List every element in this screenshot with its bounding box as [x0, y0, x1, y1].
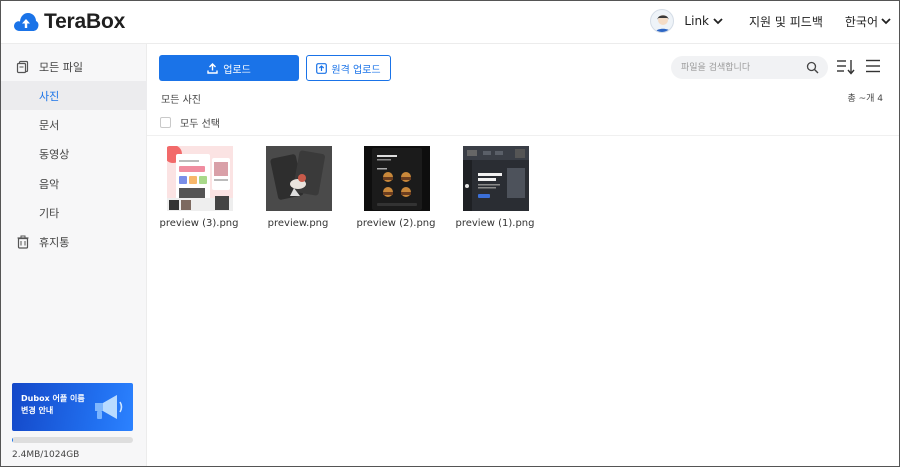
sidebar-item-music[interactable]: 음악 — [1, 169, 147, 198]
search-icon[interactable] — [806, 61, 819, 74]
sidebar-item-trash[interactable]: 휴지통 — [1, 227, 147, 256]
upload-button[interactable]: 업로드 — [159, 55, 299, 81]
support-feedback-link[interactable]: 지원 및 피드백 — [749, 13, 823, 30]
sidebar: 모든 파일 사진 문서 동영상 음악 기타 휴지통 Dubox 어플 이름 변경… — [1, 44, 147, 466]
sidebar-item-label: 기타 — [39, 207, 60, 220]
terabox-logo[interactable]: TeraBox — [13, 9, 125, 35]
remote-upload-button[interactable]: 원격 업로드 — [306, 55, 391, 81]
storage-usage-fill — [12, 437, 13, 443]
list-view-icon[interactable] — [865, 58, 881, 74]
file-thumbnail — [167, 146, 233, 211]
search-box — [671, 56, 828, 79]
sidebar-item-label: 모든 파일 — [39, 61, 83, 74]
upload-button-label: 업로드 — [223, 64, 251, 76]
language-selector[interactable]: 한국어 — [845, 13, 891, 30]
files-icon — [16, 60, 29, 74]
breadcrumb: 모든 사진 — [161, 95, 201, 106]
file-tile[interactable]: preview (3).png — [159, 146, 239, 236]
file-tile[interactable]: preview.png — [258, 146, 338, 236]
file-thumbnail — [266, 146, 332, 211]
avatar[interactable] — [650, 9, 675, 33]
file-tile[interactable]: preview (1).png — [455, 146, 535, 236]
sidebar-item-other[interactable]: 기타 — [1, 198, 147, 227]
header-divider — [147, 135, 899, 136]
promo-text: Dubox 어플 이름 변경 안내 — [21, 394, 85, 415]
search-input[interactable] — [681, 60, 801, 75]
trash-icon — [17, 235, 29, 249]
sort-icon[interactable] — [836, 58, 856, 76]
sidebar-item-photos[interactable]: 사진 — [1, 81, 147, 110]
file-thumbnail — [364, 146, 430, 211]
file-browser: 업로드 원격 업로드 모든 사진 — [147, 44, 899, 466]
file-name: preview (2).png — [356, 218, 436, 229]
rename-notice-banner[interactable]: Dubox 어플 이름 변경 안내 — [12, 383, 133, 431]
select-all-checkbox[interactable] — [160, 117, 171, 128]
user-menu[interactable]: Link — [684, 14, 723, 28]
file-thumbnail — [463, 146, 529, 211]
remote-upload-icon — [316, 62, 328, 74]
logo-text: TeraBox — [44, 10, 126, 33]
file-tile[interactable]: preview (2).png — [356, 146, 436, 236]
storage-usage-bar — [12, 437, 133, 443]
sidebar-item-label: 동영상 — [39, 148, 70, 161]
chevron-down-icon — [881, 17, 891, 24]
sidebar-item-label: 음악 — [39, 178, 60, 191]
file-name: preview (3).png — [159, 218, 239, 229]
app-window: TeraBox Link 지원 및 피드백 한국어 모든 파일 사진 문서 동영… — [0, 0, 900, 467]
sidebar-item-label: 사진 — [39, 90, 60, 103]
user-avatar-icon — [655, 15, 672, 32]
header-actions: Link 지원 및 피드백 한국어 — [650, 1, 891, 41]
sidebar-item-label: 휴지통 — [39, 236, 70, 249]
top-header: TeraBox Link 지원 및 피드백 한국어 — [1, 1, 899, 44]
sidebar-item-documents[interactable]: 문서 — [1, 110, 147, 139]
select-all-row: 모두 선택 — [160, 115, 220, 130]
file-name: preview (1).png — [455, 218, 535, 229]
megaphone-icon — [95, 395, 123, 419]
remote-upload-label: 원격 업로드 — [331, 64, 381, 76]
file-name: preview.png — [267, 218, 329, 229]
item-count: 총 ~개 4 — [847, 94, 883, 104]
storage-usage-text: 2.4MB/1024GB — [12, 450, 80, 460]
chevron-down-icon — [713, 17, 723, 24]
sidebar-item-all-files[interactable]: 모든 파일 — [1, 52, 147, 81]
language-label: 한국어 — [844, 14, 878, 29]
user-name: Link — [684, 14, 709, 28]
sidebar-item-label: 문서 — [39, 119, 60, 132]
upload-icon — [207, 62, 218, 74]
cloud-logo-icon — [14, 13, 39, 31]
sidebar-item-videos[interactable]: 동영상 — [1, 139, 147, 168]
select-all-label: 모두 선택 — [180, 119, 220, 130]
